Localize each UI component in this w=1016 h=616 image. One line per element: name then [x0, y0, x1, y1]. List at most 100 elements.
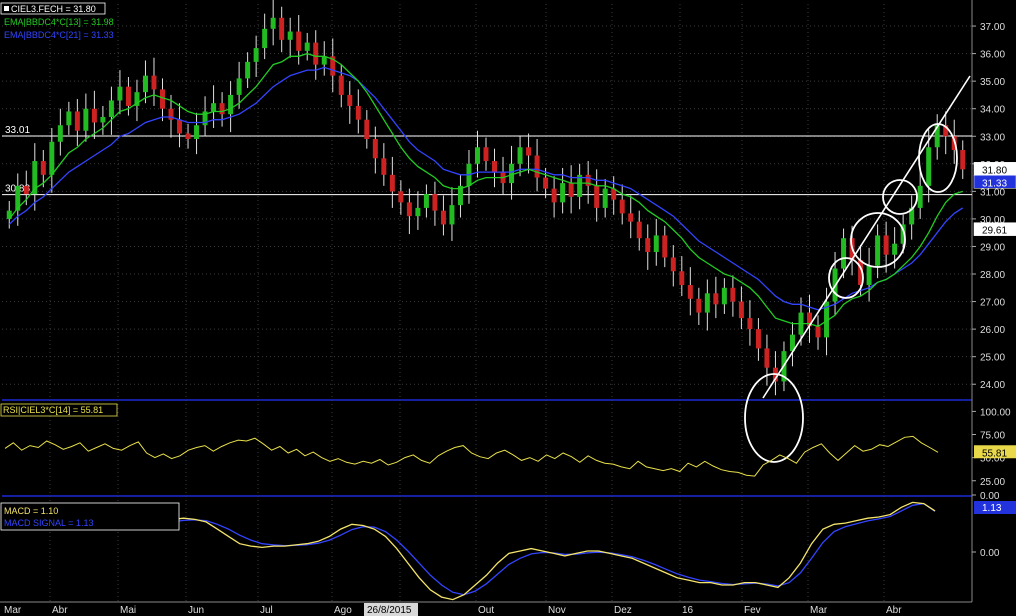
candle-body — [151, 75, 157, 90]
candle-body — [296, 31, 302, 51]
price-badge-label: 29.61 — [982, 226, 1007, 237]
x-tick-label: Jul — [260, 605, 273, 616]
candle-body — [125, 86, 131, 106]
legend-label: EMA|BBDC4*C[13] = 31.98 — [4, 17, 114, 27]
candle-body — [526, 147, 532, 156]
candle-body — [764, 348, 770, 368]
candle-body — [228, 94, 234, 115]
price-tick-label: 37.00 — [980, 22, 1005, 33]
rsi-tick-label: 25.00 — [980, 477, 1005, 488]
macd-label: MACD = 1.10 — [4, 506, 58, 516]
candle-body — [960, 150, 966, 170]
price-tick-label: 24.00 — [980, 380, 1005, 391]
candle-body — [713, 293, 719, 305]
candle-body — [594, 185, 600, 208]
x-tick-label: Mai — [120, 605, 136, 616]
candle-body — [747, 318, 753, 330]
candle-body — [645, 238, 651, 252]
macd-badge-label: 1.13 — [982, 503, 1002, 514]
candle-body — [398, 191, 404, 203]
candle-body — [185, 133, 191, 140]
candle-body — [108, 100, 114, 117]
x-tick-label: Mar — [4, 605, 22, 616]
candle-body — [738, 301, 744, 319]
candle-body — [483, 147, 489, 162]
candle-body — [551, 188, 557, 203]
candle-body — [355, 105, 361, 120]
candle-body — [696, 298, 702, 313]
candle-body — [142, 75, 148, 93]
candle-body — [117, 86, 123, 101]
rsi-tick-label: 75.00 — [980, 431, 1005, 442]
candle-body — [628, 213, 634, 222]
candle-body — [304, 42, 310, 51]
candle-body — [926, 147, 932, 186]
candle-body — [679, 271, 685, 286]
candle-body — [159, 89, 165, 109]
price-tick-label: 28.00 — [980, 270, 1005, 281]
candle-body — [560, 183, 566, 203]
candle-body — [177, 119, 183, 134]
candle-body — [372, 139, 378, 159]
candle-body — [432, 194, 438, 211]
candle-body — [755, 329, 761, 349]
price-tick-label: 34.00 — [980, 105, 1005, 116]
candle-body — [602, 188, 608, 208]
x-tick-label: Out — [478, 605, 494, 616]
price-badge-label: 31.80 — [982, 165, 1007, 176]
candle-body — [321, 56, 327, 65]
candle-body — [730, 287, 736, 302]
candle-body — [917, 185, 923, 208]
candle-body — [721, 287, 727, 305]
price-tick-label: 27.00 — [980, 298, 1005, 309]
rsi-tick-label: 100.00 — [980, 407, 1011, 418]
legend-swatch — [4, 6, 9, 11]
candle-body — [815, 326, 821, 338]
x-tick-label: Jun — [188, 605, 204, 616]
candle-body — [492, 161, 498, 173]
x-tick-label: Mar — [810, 605, 828, 616]
candle-body — [253, 48, 259, 62]
candle-body — [509, 163, 515, 184]
price-tick-label: 33.00 — [980, 132, 1005, 143]
price-tick-label: 35.00 — [980, 77, 1005, 88]
price-tick-label: 29.00 — [980, 242, 1005, 253]
candle-body — [653, 235, 659, 252]
x-tick-label: Dez — [614, 605, 632, 616]
candle-body — [194, 125, 200, 140]
candle-body — [338, 75, 344, 95]
candle-body — [636, 221, 642, 239]
stock-chart: Mar Abr Mai Jun Jul Ago 26/8/2015 Out Nov Dez 16 Fe… — [0, 0, 1016, 616]
legend-label: CIEL3.FECH = 31.80 — [11, 4, 96, 14]
candle-body — [364, 119, 370, 140]
candle-body — [23, 185, 29, 195]
x-tick-label: 26/8/2015 — [367, 605, 412, 616]
candle-body — [883, 235, 889, 255]
candle-body — [236, 78, 242, 95]
price-tick-label: 36.00 — [980, 50, 1005, 61]
horizontal-level-label: 33.01 — [5, 125, 30, 136]
candle-body — [687, 285, 693, 299]
macd-tick-label: 0.00 — [980, 491, 1000, 502]
candle-body — [389, 174, 395, 192]
candle-body — [866, 265, 872, 286]
candle-body — [347, 94, 353, 106]
candle-body — [270, 17, 276, 29]
candle-body — [415, 207, 421, 217]
candle-body — [406, 202, 412, 217]
macd-tick-label: 0.00 — [980, 548, 1000, 559]
candle-body — [534, 155, 540, 178]
x-tick-label: Nov — [548, 605, 566, 616]
candle-body — [841, 238, 847, 269]
candle-body — [279, 17, 285, 40]
rsi-label: RSI|CIEL3*C[14] = 55.81 — [3, 405, 103, 415]
candle-body — [66, 111, 72, 126]
candle-body — [40, 161, 46, 175]
candle-body — [211, 103, 217, 112]
candle-body — [313, 42, 319, 65]
candle-body — [670, 257, 676, 272]
x-tick-label: 16 — [682, 605, 694, 616]
candle-body — [219, 103, 225, 115]
candle-body — [57, 125, 63, 142]
candle-body — [381, 158, 387, 175]
